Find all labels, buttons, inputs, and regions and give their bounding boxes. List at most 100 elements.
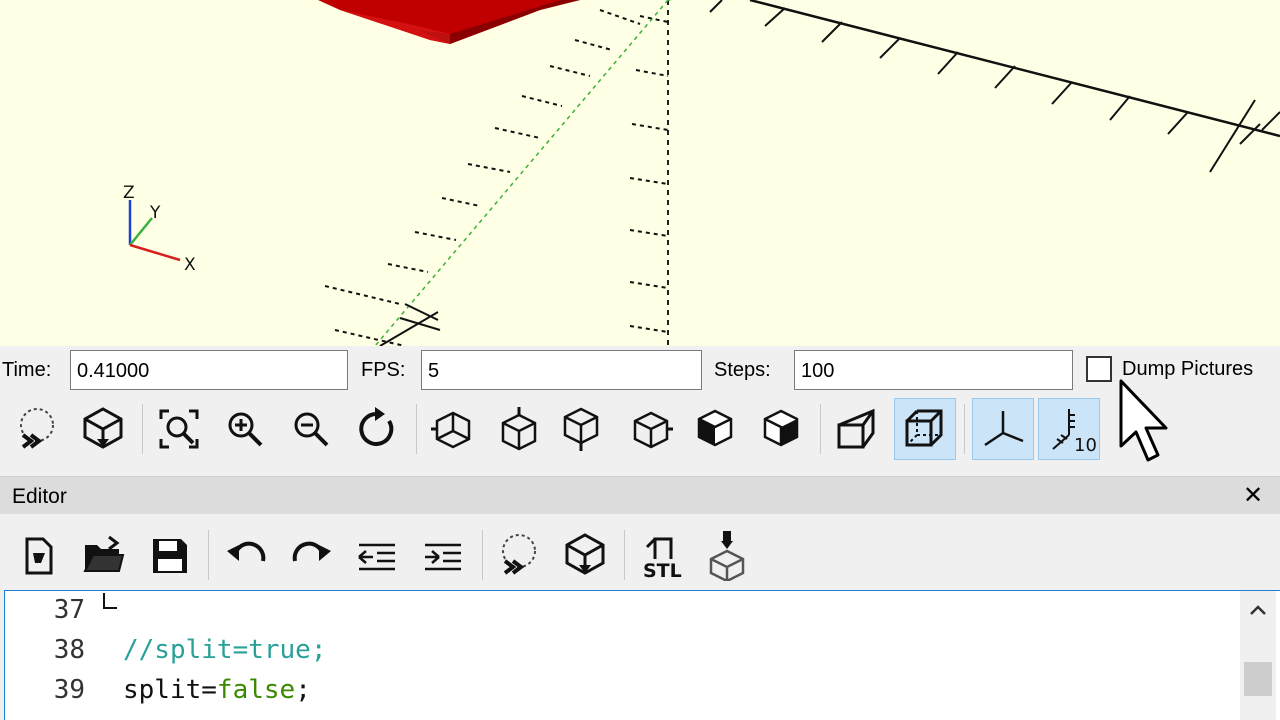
undo-button[interactable] bbox=[216, 524, 278, 586]
view-back-button[interactable] bbox=[750, 398, 812, 460]
editor-preview-button[interactable] bbox=[488, 524, 550, 586]
toolbar-separator bbox=[482, 530, 483, 580]
send-to-printer-icon bbox=[709, 531, 745, 581]
dump-pictures-checkbox[interactable] bbox=[1086, 356, 1112, 382]
zoom-out-icon bbox=[294, 412, 329, 447]
zoom-out-button[interactable] bbox=[280, 398, 342, 460]
preview-button[interactable] bbox=[6, 398, 68, 460]
view-back-icon bbox=[763, 409, 799, 447]
fps-input[interactable]: 5 bbox=[421, 350, 702, 390]
view-left-button[interactable] bbox=[620, 398, 682, 460]
fold-marker[interactable] bbox=[103, 593, 117, 609]
preview-icon bbox=[502, 534, 536, 575]
export-stl-icon: STL bbox=[643, 537, 682, 581]
redo-icon bbox=[292, 541, 331, 562]
axis-gizmo: Z Y X bbox=[123, 183, 196, 275]
render-icon bbox=[565, 533, 605, 575]
editor-title: Editor bbox=[12, 485, 67, 508]
scale-ticks-vertical bbox=[629, 15, 669, 333]
send-to-printer-button[interactable] bbox=[696, 524, 758, 586]
editor-close-button[interactable]: ✕ bbox=[1238, 480, 1268, 510]
toolbar-separator bbox=[416, 404, 417, 454]
fps-label: FPS: bbox=[361, 359, 406, 381]
3d-viewport[interactable]: Z Y X bbox=[0, 0, 1280, 346]
view-right-button[interactable] bbox=[422, 398, 484, 460]
unindent-button[interactable] bbox=[346, 524, 408, 586]
time-input[interactable]: 0.41000 bbox=[70, 350, 348, 390]
line-number: 39 bbox=[53, 675, 85, 705]
gizmo-label-z: Z bbox=[123, 183, 135, 203]
toolbar-separator bbox=[142, 404, 143, 454]
show-scale-markers-button[interactable]: 10 bbox=[1038, 398, 1100, 460]
x-axis-solid bbox=[749, 0, 1280, 138]
scale-markers-text: 10 bbox=[1074, 435, 1097, 455]
code-semicolon: ; bbox=[295, 675, 311, 705]
view-right-icon bbox=[431, 411, 471, 449]
orthogonal-button[interactable] bbox=[894, 398, 956, 460]
perspective-icon bbox=[837, 408, 875, 449]
steps-input[interactable]: 100 bbox=[794, 350, 1073, 390]
render-icon bbox=[83, 407, 123, 449]
reset-view-icon bbox=[359, 407, 394, 446]
zoom-in-icon bbox=[228, 412, 263, 447]
indent-icon bbox=[425, 543, 461, 571]
view-bottom-button[interactable] bbox=[550, 398, 612, 460]
chevron-up-icon bbox=[1250, 605, 1266, 615]
undo-icon bbox=[227, 541, 266, 562]
view-bottom-icon bbox=[563, 407, 599, 451]
x-axis-ticks bbox=[709, 0, 1280, 173]
view-front-button[interactable] bbox=[684, 398, 746, 460]
view-top-icon bbox=[501, 407, 537, 451]
view-left-icon bbox=[633, 411, 673, 449]
code-identifier: split= bbox=[123, 675, 217, 705]
redo-button[interactable] bbox=[280, 524, 342, 586]
steps-label: Steps: bbox=[714, 359, 771, 381]
new-file-button[interactable] bbox=[8, 524, 70, 586]
toolbar-separator bbox=[208, 530, 209, 580]
gizmo-label-y: Y bbox=[149, 203, 161, 223]
show-scale-markers-icon: 10 bbox=[1052, 409, 1097, 455]
mouse-cursor-icon bbox=[1119, 379, 1168, 462]
scroll-up-button[interactable] bbox=[1240, 596, 1276, 624]
save-file-icon bbox=[153, 539, 187, 573]
export-stl-button[interactable]: STL bbox=[632, 524, 694, 586]
code-line: 38 //split=true; bbox=[5, 635, 1241, 675]
unindent-icon bbox=[358, 543, 395, 571]
scale-ticks-diagonal bbox=[324, 9, 641, 346]
editor-render-button[interactable] bbox=[554, 524, 616, 586]
show-axes-icon bbox=[984, 411, 1024, 447]
orthogonal-icon bbox=[905, 409, 943, 447]
preview-icon bbox=[20, 408, 54, 449]
open-file-icon bbox=[83, 535, 125, 572]
view-front-icon bbox=[697, 409, 733, 447]
code-line: 37 bbox=[5, 595, 1241, 635]
save-file-button[interactable] bbox=[138, 524, 200, 586]
view-top-button[interactable] bbox=[488, 398, 550, 460]
scale-ticks-solid bbox=[379, 303, 441, 346]
code-statement: split=false; bbox=[123, 675, 311, 705]
perspective-button[interactable] bbox=[828, 398, 890, 460]
toolbar-separator bbox=[820, 404, 821, 454]
code-boolean: false bbox=[216, 675, 296, 705]
scrollbar-thumb[interactable] bbox=[1244, 662, 1272, 696]
code-editor[interactable]: 37 38 //split=true; 39 split=false; bbox=[4, 590, 1280, 720]
editor-titlebar bbox=[0, 476, 1280, 514]
gizmo-label-x: X bbox=[184, 255, 196, 275]
view-all-icon bbox=[159, 409, 199, 449]
indent-button[interactable] bbox=[412, 524, 474, 586]
render-button[interactable] bbox=[72, 398, 134, 460]
reset-view-button[interactable] bbox=[346, 398, 408, 460]
show-axes-button[interactable] bbox=[972, 398, 1034, 460]
code-comment: //split=true; bbox=[123, 635, 327, 665]
line-number: 37 bbox=[53, 595, 85, 625]
close-icon: ✕ bbox=[1242, 481, 1264, 509]
new-file-icon bbox=[25, 537, 53, 575]
export-stl-text: STL bbox=[643, 560, 682, 581]
viewport-scene: Z Y X bbox=[123, 0, 1280, 346]
open-file-button[interactable] bbox=[72, 524, 134, 586]
red-model bbox=[318, 0, 580, 44]
line-number: 38 bbox=[53, 635, 85, 665]
view-all-button[interactable] bbox=[148, 398, 210, 460]
zoom-in-button[interactable] bbox=[214, 398, 276, 460]
time-label: Time: bbox=[2, 359, 52, 381]
